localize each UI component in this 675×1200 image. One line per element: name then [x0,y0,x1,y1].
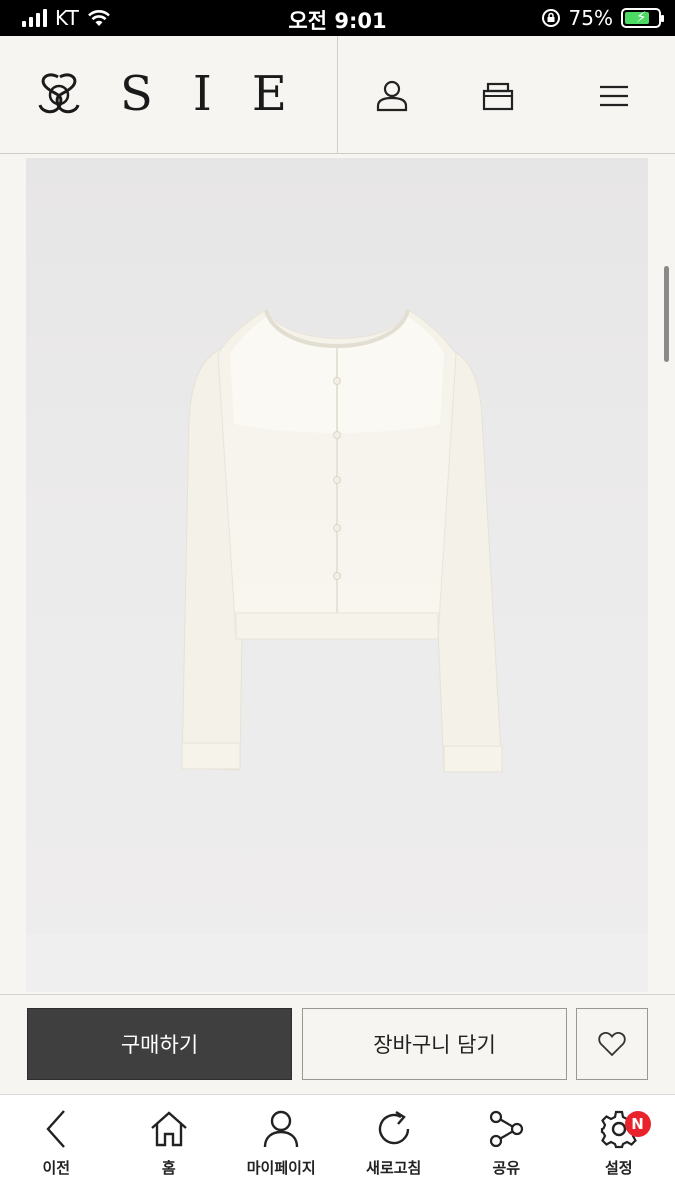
menu-button[interactable] [592,74,636,118]
brand-name: SIE [120,66,327,122]
brand-logo[interactable]: SIE [34,66,327,122]
battery-icon: ⚡ [621,8,664,28]
status-right: 75% ⚡ [541,6,664,30]
account-button[interactable] [370,74,414,118]
purchase-bar: 구매하기 장바구니 담기 [0,994,675,1092]
nav-label: 공유 [492,1159,521,1177]
back-arrow-icon [46,1110,66,1148]
nav-label: 홈 [161,1159,176,1177]
battery-percent: 75% [568,6,613,30]
nav-refresh[interactable]: 새로고침 [338,1095,451,1200]
cart-icon [482,82,514,111]
nav-label: 설정 [604,1159,633,1177]
logo-mark-icon [38,73,80,114]
nav-mypage[interactable]: 마이페이지 [225,1095,338,1200]
nav-share[interactable]: 공유 [450,1095,563,1200]
app-bottom-nav: 이전 홈 마이페이지 새로고침 공유 N 설정 [0,1094,675,1200]
menu-icon [600,85,628,107]
header-divider [337,36,338,154]
nav-label: 이전 [42,1159,71,1177]
buy-button[interactable]: 구매하기 [27,1008,292,1080]
orientation-lock-icon [541,9,560,27]
heart-icon [598,1032,626,1057]
profile-icon [264,1110,299,1148]
nav-back[interactable]: 이전 [0,1095,113,1200]
add-to-cart-button[interactable]: 장바구니 담기 [302,1008,567,1080]
nav-label: 마이페이지 [246,1159,316,1177]
status-bar: KT 오전 9:01 75% ⚡ [0,0,675,36]
home-icon [150,1111,187,1147]
nav-settings[interactable]: N 설정 [563,1095,675,1200]
notification-badge: N [624,1111,651,1137]
nav-home[interactable]: 홈 [113,1095,226,1200]
cart-button[interactable] [476,74,520,118]
product-image[interactable] [26,158,648,992]
share-icon [490,1110,524,1148]
refresh-icon [378,1110,409,1145]
user-icon [376,80,408,112]
site-header: SIE [0,36,675,154]
wishlist-button[interactable] [576,1008,648,1080]
nav-label: 새로고침 [366,1159,422,1177]
cardigan-image [181,309,503,773]
page-scrollbar[interactable] [664,266,669,362]
